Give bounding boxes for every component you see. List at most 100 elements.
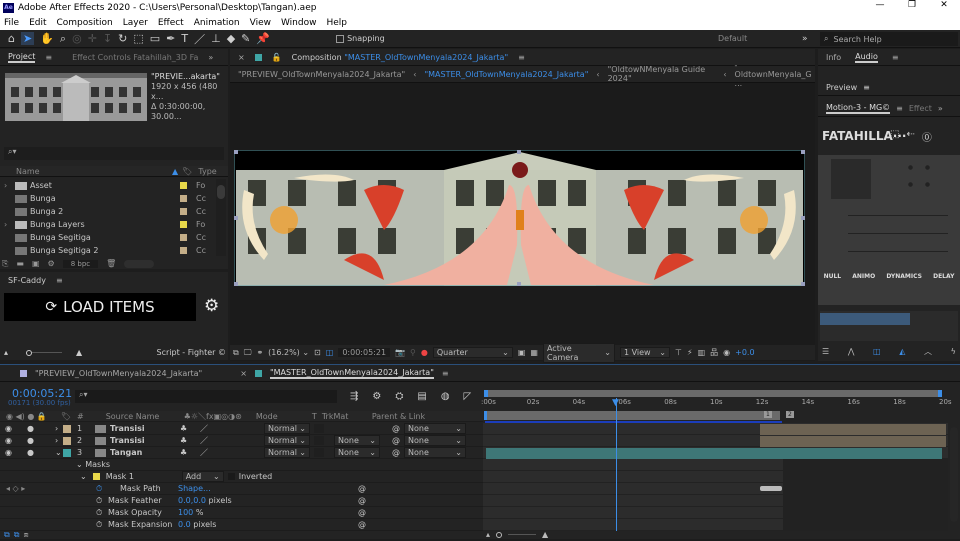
layer-bar-3[interactable]	[486, 448, 942, 459]
playhead-handle[interactable]: ▼	[612, 398, 619, 408]
stopwatch-icon[interactable]: ⏱	[96, 484, 108, 494]
label-color-swatch[interactable]	[63, 424, 71, 433]
interpret-footage-icon[interactable]: ⎘	[2, 259, 8, 269]
motion-graph[interactable]	[820, 311, 958, 341]
home-icon[interactable]: ⌂	[8, 32, 15, 45]
preserve-transparency-checkbox[interactable]	[314, 448, 324, 457]
breadcrumb-item[interactable]: - OldtownMenyala_G ...	[735, 61, 815, 88]
snapshot-icon[interactable]: 📷	[395, 348, 405, 357]
eraser-tool-icon[interactable]: ◆	[227, 32, 235, 45]
layer-switches-toggle-icon[interactable]: ⧉	[4, 530, 10, 540]
project-item[interactable]: Bunga Cc	[0, 192, 216, 205]
mode-dropdown[interactable]: Normal ⌄	[264, 447, 310, 458]
pickwhip-icon[interactable]: @	[392, 448, 400, 457]
menu-icon[interactable]: ≡	[896, 104, 903, 113]
menu-icon[interactable]: ≡	[892, 53, 899, 62]
motion-delay-button[interactable]: DELAY	[933, 273, 954, 280]
minimize-button[interactable]: —	[864, 0, 896, 10]
property-value[interactable]: 0.0	[178, 520, 191, 529]
curve-icon[interactable]: ⋀	[848, 347, 855, 356]
project-item[interactable]: › Asset Fo	[0, 179, 216, 192]
pen-tool-icon[interactable]: ✒	[166, 32, 175, 45]
frame-blending-icon[interactable]: ▤	[417, 391, 426, 402]
chevron-icon[interactable]: ›	[55, 436, 63, 445]
timeline-search-input[interactable]: ⌕▾	[75, 390, 337, 403]
trkmat-dropdown[interactable]: None ⌄	[334, 447, 380, 458]
playhead[interactable]	[616, 398, 617, 531]
parent-dropdown[interactable]: None ⌄	[404, 435, 466, 446]
zero-icon[interactable]: ⓪	[922, 129, 932, 144]
time-navigator[interactable]	[484, 390, 942, 397]
label-color-swatch[interactable]	[63, 448, 71, 457]
motion-null-button[interactable]: NULL	[824, 273, 842, 280]
menu-help[interactable]: Help	[326, 18, 347, 28]
collapse-switch-icon[interactable]: ♣	[180, 448, 200, 457]
slider-2[interactable]	[848, 233, 948, 234]
label-color-swatch[interactable]	[180, 221, 187, 228]
pickwhip-icon[interactable]: @	[358, 508, 366, 517]
motion-dynamics-button[interactable]: DYNAMICS	[886, 273, 922, 280]
monitor-icon[interactable]: 🖵	[244, 348, 252, 358]
menu-icon[interactable]: ☰	[822, 347, 829, 356]
mask-mode-dropdown[interactable]: Add ⌄	[181, 471, 224, 482]
close-tab-icon[interactable]: ×	[240, 369, 247, 378]
in-out-toggle-icon[interactable]: ⧈	[23, 530, 28, 540]
resolution-dropdown[interactable]: Quarter ⌄	[432, 347, 513, 358]
transparency-icon[interactable]: ▦	[530, 348, 538, 357]
chevron-down-icon[interactable]: ⌄	[80, 472, 87, 481]
rectangle-tool-icon[interactable]: ▭	[150, 32, 160, 45]
shy-icon[interactable]: ⛭	[395, 391, 403, 402]
layer-name[interactable]: Transisi	[110, 436, 180, 445]
timeline-icon[interactable]: ▥	[698, 348, 706, 357]
time-ruler[interactable]: :00s 02s 04s 06s 08s 10s 12s 14s 16s 18s 20s	[481, 398, 952, 410]
tab-preview[interactable]: Preview	[826, 83, 857, 92]
label-column-icon[interactable]: 🏷	[182, 167, 192, 176]
collapse-switch-icon[interactable]: ♣	[180, 424, 200, 433]
mode-dropdown[interactable]: Normal ⌄	[264, 423, 310, 434]
orbit-tool-icon[interactable]: ◎	[72, 32, 82, 45]
column-source-name[interactable]: Source Name	[106, 412, 184, 421]
solo-icon[interactable]: ●	[27, 436, 55, 445]
trkmat-dropdown[interactable]: None ⌄	[334, 435, 380, 446]
channel-icon[interactable]: ●	[421, 348, 428, 357]
composition-viewer[interactable]	[233, 149, 806, 287]
label-color-swatch[interactable]	[63, 436, 71, 445]
project-item[interactable]: Bunga Segitiga Cc	[0, 231, 216, 244]
transparency-grid-icon[interactable]: ◫	[326, 348, 334, 357]
label-color-swatch[interactable]	[180, 247, 187, 254]
lightning-icon[interactable]: ϟ	[951, 347, 956, 356]
show-snapshot-icon[interactable]: ⚲	[410, 348, 416, 357]
project-scrollbar[interactable]	[216, 179, 226, 256]
eye-icon[interactable]: ◉	[5, 424, 27, 433]
hand-tool-icon[interactable]: ✋	[40, 32, 54, 45]
timeline-zoom-track[interactable]	[508, 534, 537, 535]
project-search-input[interactable]: ⌕▾	[4, 147, 224, 160]
quality-switch-icon[interactable]: ／	[200, 447, 264, 458]
breadcrumb-item[interactable]: "MASTER_OldTownMenyala2024_Jakarta"	[424, 70, 588, 79]
menu-icon[interactable]: ≡	[863, 83, 870, 92]
search-help-input[interactable]: ⌕ Search Help	[820, 32, 958, 46]
sort-icon[interactable]: ▲	[172, 167, 178, 176]
tab-audio[interactable]: Audio	[855, 52, 878, 63]
safe-zones-icon[interactable]: ⊡	[314, 348, 321, 357]
menu-icon[interactable]: ≡	[56, 276, 63, 285]
pickwhip-icon[interactable]: @	[392, 436, 400, 445]
zoom-in-icon[interactable]: ▲	[76, 348, 82, 357]
comp-mini-flowchart-icon[interactable]: ⇶	[350, 391, 358, 402]
keyframe-pair[interactable]	[760, 486, 782, 491]
menu-window[interactable]: Window	[281, 18, 317, 28]
column-parent[interactable]: Parent & Link	[372, 412, 425, 421]
quality-switch-icon[interactable]: ／	[200, 423, 264, 434]
chevron-icon[interactable]: ⌄	[55, 448, 63, 457]
gear-icon[interactable]: ⚙	[204, 296, 219, 316]
snapping-toggle[interactable]: Snapping	[336, 34, 385, 43]
preserve-transparency-checkbox[interactable]	[314, 436, 324, 445]
menu-file[interactable]: File	[4, 18, 19, 28]
menu-layer[interactable]: Layer	[123, 18, 148, 28]
trash-icon[interactable]: 🗑	[106, 259, 116, 268]
timeline-zoom-handle[interactable]	[496, 531, 503, 538]
zoom-out-icon[interactable]: ▴	[486, 530, 490, 539]
exposure-icon[interactable]: ◉	[723, 348, 730, 357]
menu-effect[interactable]: Effect	[158, 18, 184, 28]
masks-group[interactable]: ⌄ Masks	[76, 460, 110, 469]
